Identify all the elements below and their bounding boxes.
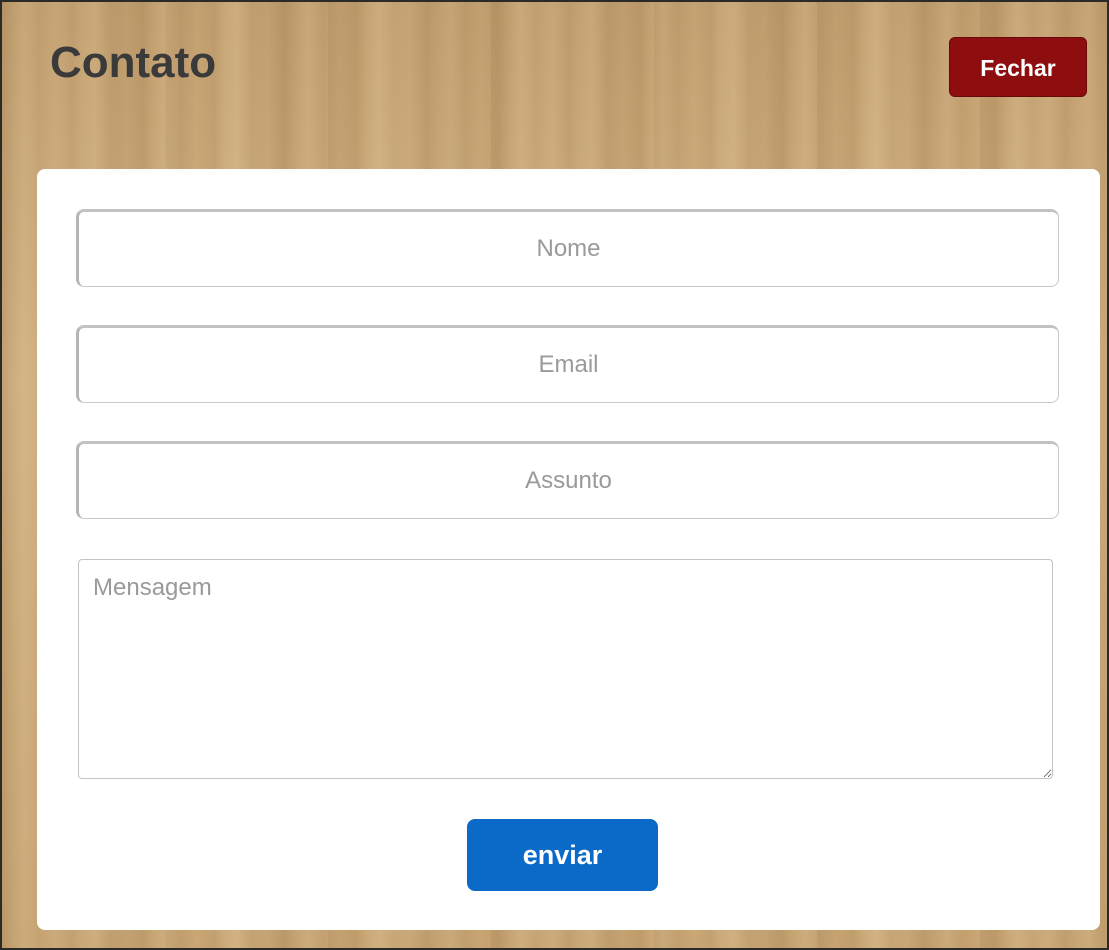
send-button[interactable]: enviar <box>467 819 658 891</box>
subject-input[interactable] <box>76 441 1059 519</box>
close-button[interactable]: Fechar <box>949 37 1087 97</box>
message-textarea[interactable] <box>78 559 1053 779</box>
contact-window: Contato Fechar enviar <box>0 0 1109 950</box>
email-input[interactable] <box>76 325 1059 403</box>
page-title: Contato <box>50 38 217 87</box>
contact-form-card: enviar <box>37 169 1100 930</box>
name-input[interactable] <box>76 209 1059 287</box>
